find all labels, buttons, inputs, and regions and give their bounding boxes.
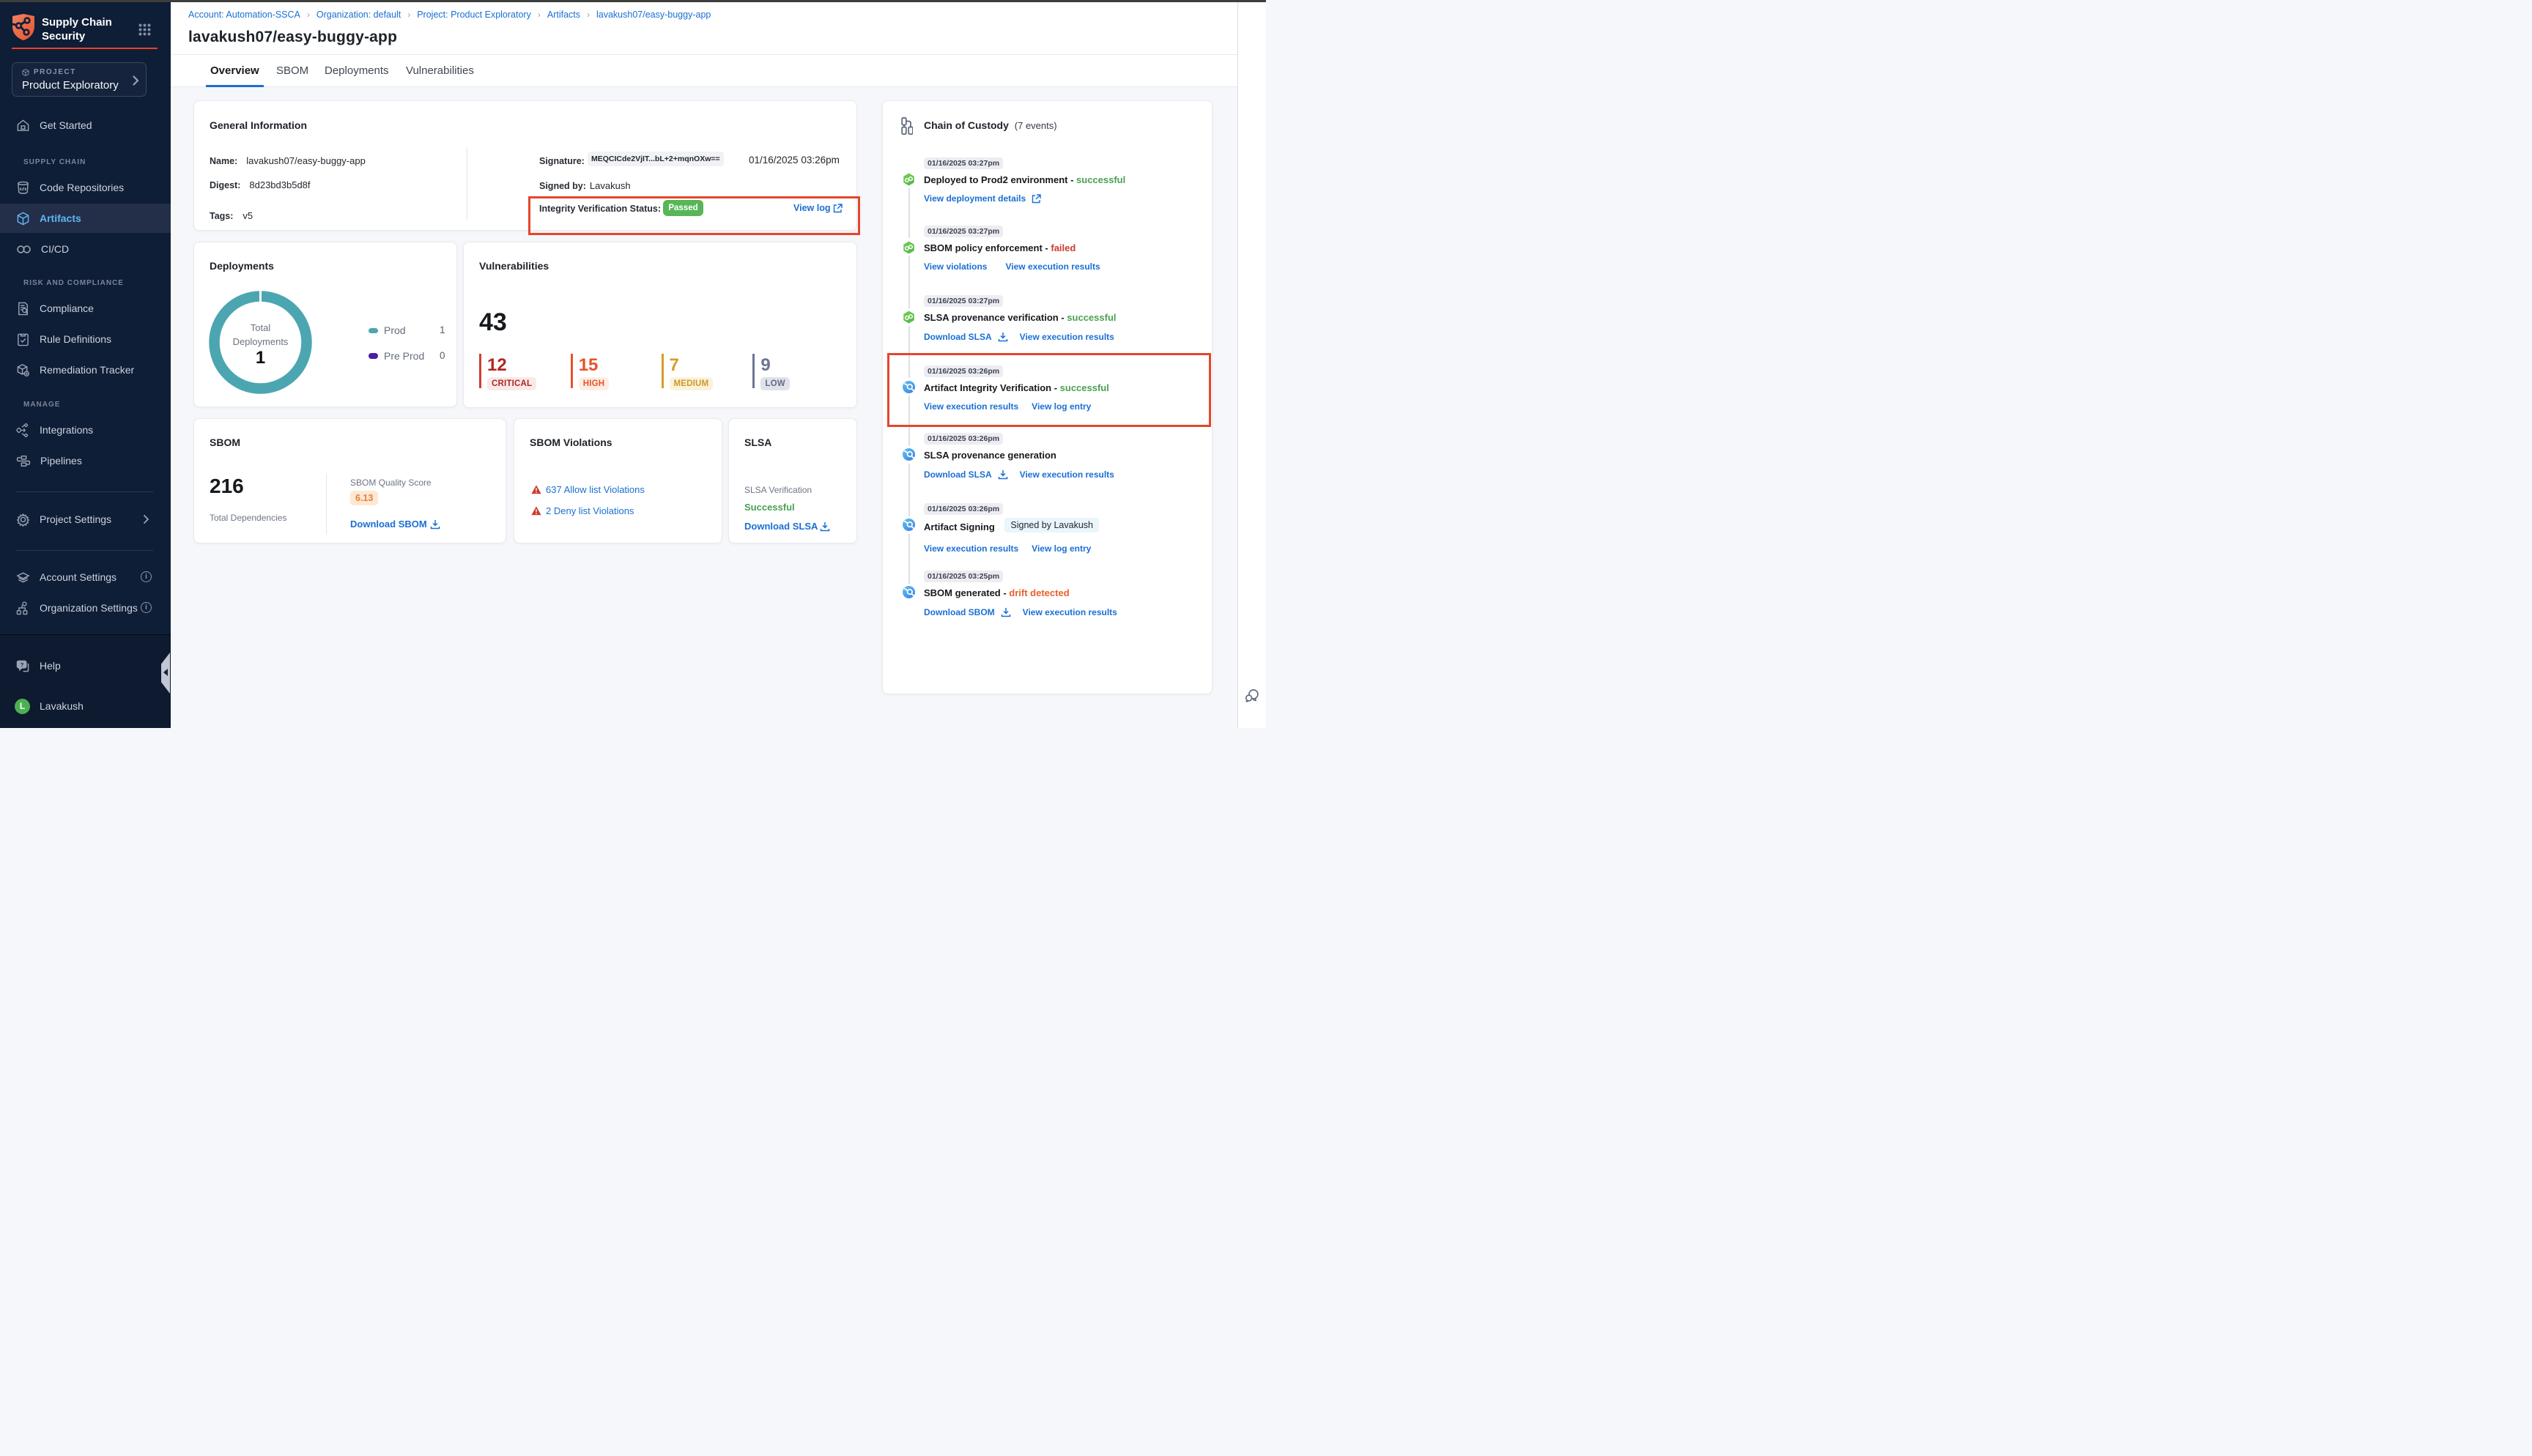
svg-text:?: ? (21, 661, 24, 667)
